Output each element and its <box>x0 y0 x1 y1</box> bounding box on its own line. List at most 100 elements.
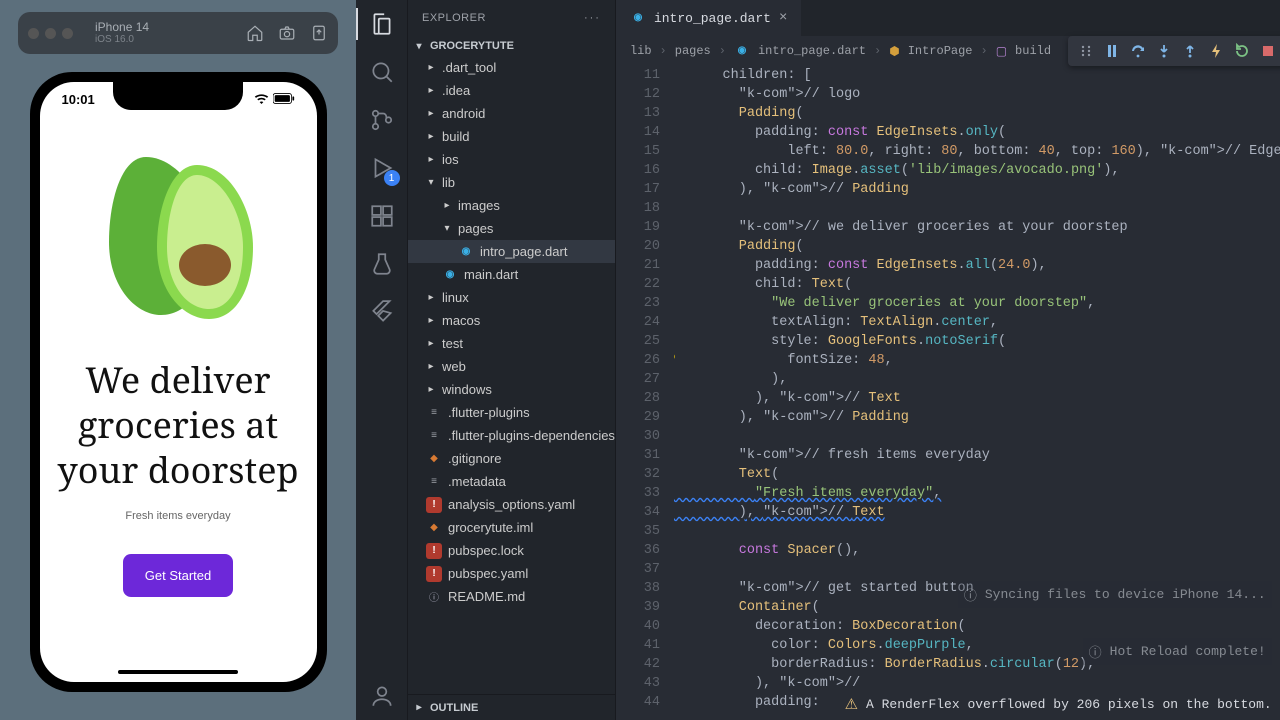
tree-item-android[interactable]: ▸android <box>408 102 615 125</box>
tree-item-label: .flutter-plugins-dependencies <box>448 428 615 443</box>
lightbulb-icon[interactable]: 💡 <box>674 351 678 370</box>
activity-testing[interactable] <box>356 240 408 288</box>
tree-item-macos[interactable]: ▸macos <box>408 309 615 332</box>
file-tree[interactable]: ▸.dart_tool▸.idea▸android▸build▸ios▾lib▸… <box>408 56 615 694</box>
simulator-pane: iPhone 14 iOS 16.0 10:01 <box>0 0 356 720</box>
tree-item-label: README.md <box>448 589 525 604</box>
zoom-dot[interactable] <box>62 28 73 39</box>
close-icon[interactable]: × <box>779 10 787 26</box>
tree-item--idea[interactable]: ▸.idea <box>408 79 615 102</box>
tree-item-images[interactable]: ▸images <box>408 194 615 217</box>
activity-run-debug[interactable]: 1 <box>356 144 408 192</box>
warning-text: A RenderFlex overflowed by 206 pixels on… <box>866 697 1272 712</box>
status-time: 10:01 <box>62 92 95 107</box>
hot-reload-icon[interactable] <box>1208 43 1224 59</box>
tree-item-label: pages <box>458 221 493 236</box>
tree-item-build[interactable]: ▸build <box>408 125 615 148</box>
tree-item-label: web <box>442 359 466 374</box>
phone-frame: 10:01 <box>30 72 327 692</box>
code-editor[interactable]: 1112131415161718192021222324252627282930… <box>616 66 1280 720</box>
chevron-right-icon: ▸ <box>426 85 436 96</box>
tree-item-web[interactable]: ▸web <box>408 355 615 378</box>
home-icon[interactable] <box>246 24 264 42</box>
home-indicator[interactable] <box>118 670 238 674</box>
activity-explorer[interactable] <box>356 0 408 48</box>
pause-icon[interactable] <box>1104 43 1120 59</box>
minimize-dot[interactable] <box>45 28 56 39</box>
tree-item-test[interactable]: ▸test <box>408 332 615 355</box>
file-icon: ≡ <box>426 428 442 444</box>
window-traffic-lights[interactable] <box>28 28 73 39</box>
tree-item-windows[interactable]: ▸windows <box>408 378 615 401</box>
drag-handle-icon[interactable] <box>1078 43 1094 59</box>
export-icon[interactable] <box>310 24 328 42</box>
crumb-method[interactable]: build <box>1015 44 1051 58</box>
chevron-right-icon: ▸ <box>426 384 436 395</box>
tree-item--flutter-plugins[interactable]: ≡.flutter-plugins <box>408 401 615 424</box>
tree-item-grocerytute-iml[interactable]: ◆grocerytute.iml <box>408 516 615 539</box>
file-icon: ◆ <box>426 520 442 536</box>
yaml-icon: ! <box>426 543 442 559</box>
activity-bar: 1 <box>356 0 408 720</box>
restart-icon[interactable] <box>1234 43 1250 59</box>
get-started-button[interactable]: Get Started <box>123 554 233 597</box>
tree-item-intro-page-dart[interactable]: ◉intro_page.dart <box>408 240 615 263</box>
file-icon: ≡ <box>426 474 442 490</box>
code-content[interactable]: children: [ "k-com">// logo Padding( pad… <box>674 66 1280 720</box>
tree-item-label: .flutter-plugins <box>448 405 530 420</box>
tree-item-pubspec-lock[interactable]: !pubspec.lock <box>408 539 615 562</box>
tree-item-pubspec-yaml[interactable]: !pubspec.yaml <box>408 562 615 585</box>
crumb-class[interactable]: IntroPage <box>908 44 973 58</box>
activity-source-control[interactable] <box>356 96 408 144</box>
class-icon: ⬢ <box>889 44 899 59</box>
tree-item-main-dart[interactable]: ◉main.dart <box>408 263 615 286</box>
tab-intro-page[interactable]: ◉ intro_page.dart × <box>616 0 801 36</box>
tree-item--flutter-plugins-dependencies[interactable]: ≡ .flutter-plugins-dependencies <box>408 424 615 447</box>
activity-accounts[interactable] <box>356 672 408 720</box>
debug-toolbar <box>1068 36 1280 66</box>
info-icon: ⓘ <box>964 585 977 604</box>
tree-item-label: .metadata <box>448 474 506 489</box>
notch <box>113 82 243 110</box>
tree-item-linux[interactable]: ▸linux <box>408 286 615 309</box>
tree-item-pages[interactable]: ▾pages <box>408 217 615 240</box>
dart-icon: ◉ <box>630 10 646 26</box>
warning-icon: ⚠ <box>845 695 858 714</box>
stop-icon[interactable] <box>1260 43 1276 59</box>
tree-item-ios[interactable]: ▸ios <box>408 148 615 171</box>
activity-search[interactable] <box>356 48 408 96</box>
tree-item--dart-tool[interactable]: ▸.dart_tool <box>408 56 615 79</box>
line-gutter: 1112131415161718192021222324252627282930… <box>616 66 674 720</box>
phone-screen[interactable]: 10:01 <box>40 82 317 682</box>
screenshot-icon[interactable] <box>278 24 296 42</box>
wifi-icon <box>254 92 269 107</box>
tree-item-label: main.dart <box>464 267 518 282</box>
editor-tabs: ◉ intro_page.dart × <box>616 0 1280 36</box>
battery-icon <box>273 92 295 107</box>
tree-item--gitignore[interactable]: ◆.gitignore <box>408 447 615 470</box>
chevron-right-icon: ▸ <box>442 200 452 211</box>
tree-item-readme-md[interactable]: ⓘ README.md <box>408 585 615 608</box>
project-name: GROCERYTUTE <box>430 40 514 52</box>
tree-item-analysis-options-yaml[interactable]: !analysis_options.yaml <box>408 493 615 516</box>
tree-item-lib[interactable]: ▾lib <box>408 171 615 194</box>
tree-item--metadata[interactable]: ≡ .metadata <box>408 470 615 493</box>
close-dot[interactable] <box>28 28 39 39</box>
activity-extensions[interactable] <box>356 192 408 240</box>
step-over-icon[interactable] <box>1130 43 1146 59</box>
simulator-toolbar: iPhone 14 iOS 16.0 <box>18 12 338 54</box>
device-os: iOS 16.0 <box>95 34 238 46</box>
crumb-lib[interactable]: lib <box>630 44 652 58</box>
crumb-pages[interactable]: pages <box>675 44 711 58</box>
explorer-more-icon[interactable]: ··· <box>584 12 601 24</box>
crumb-file[interactable]: intro_page.dart <box>758 44 866 58</box>
activity-flutter[interactable] <box>356 288 408 336</box>
app-heading: We deliver groceries at your doorstep <box>40 357 317 492</box>
avocado-image <box>101 147 256 322</box>
chevron-right-icon: ▸ <box>426 131 436 142</box>
outline-header[interactable]: ▸ OUTLINE <box>408 694 615 720</box>
step-into-icon[interactable] <box>1156 43 1172 59</box>
step-out-icon[interactable] <box>1182 43 1198 59</box>
project-header[interactable]: ▾ GROCERYTUTE <box>408 36 615 56</box>
info-icon: ⓘ <box>426 589 442 605</box>
